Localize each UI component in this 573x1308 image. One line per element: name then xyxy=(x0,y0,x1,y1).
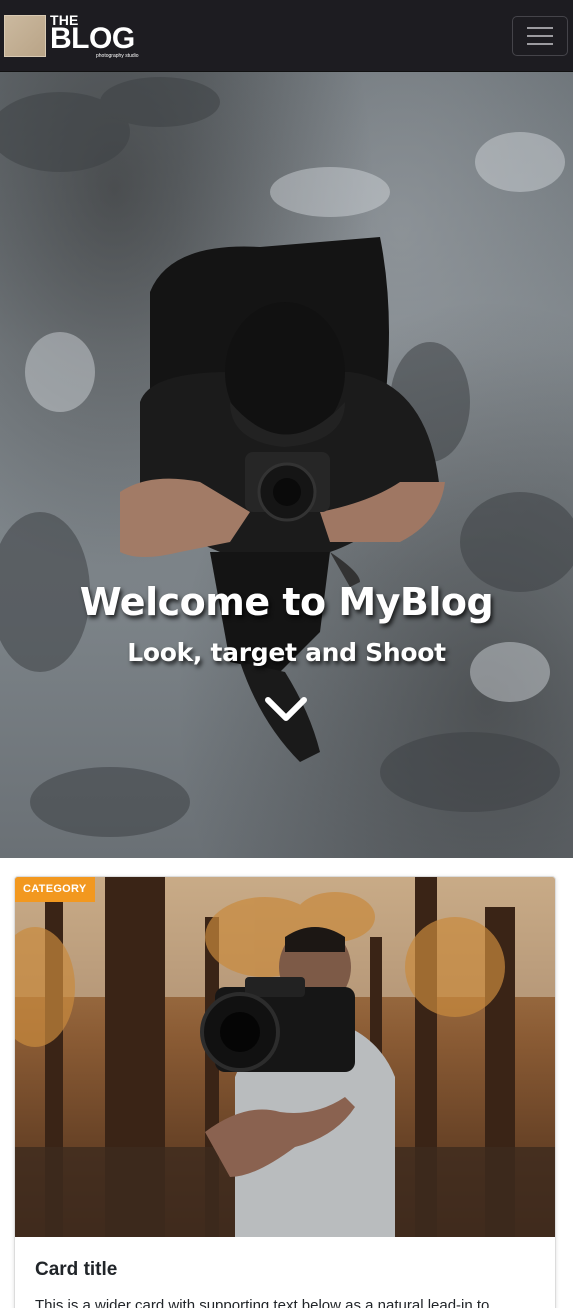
hamburger-icon xyxy=(527,26,553,29)
brand-logo[interactable]: THE BLOG photography studio xyxy=(4,6,142,66)
logo-square xyxy=(4,14,46,57)
card-title: Card title xyxy=(35,1259,118,1280)
forest-photo xyxy=(15,877,555,1237)
main-content: CATEGORY Card title This is a wider card… xyxy=(0,858,573,1308)
logo-text: THE BLOG photography studio xyxy=(50,10,142,62)
hero-title: Welcome to MyBlog xyxy=(79,580,494,624)
hero-photo xyxy=(0,77,573,837)
navbar-toggler-button[interactable] xyxy=(512,15,568,56)
card-image: CATEGORY xyxy=(15,877,555,1237)
card-text: This is a wider card with supporting tex… xyxy=(35,1297,490,1308)
hero-subtitle: Look, target and Shoot xyxy=(127,638,446,667)
card-body: Card title This is a wider card with sup… xyxy=(15,1237,555,1308)
hero-section: Welcome to MyBlog Look, target and Shoot xyxy=(0,72,573,858)
post-card[interactable]: CATEGORY Card title This is a wider card… xyxy=(14,876,556,1308)
category-badge[interactable]: CATEGORY xyxy=(15,877,95,902)
logo-subtitle: photography studio xyxy=(96,52,139,59)
logo-blog: BLOG xyxy=(50,21,135,55)
chevron-down-icon[interactable] xyxy=(264,692,308,724)
navbar: THE BLOG photography studio xyxy=(0,0,573,72)
